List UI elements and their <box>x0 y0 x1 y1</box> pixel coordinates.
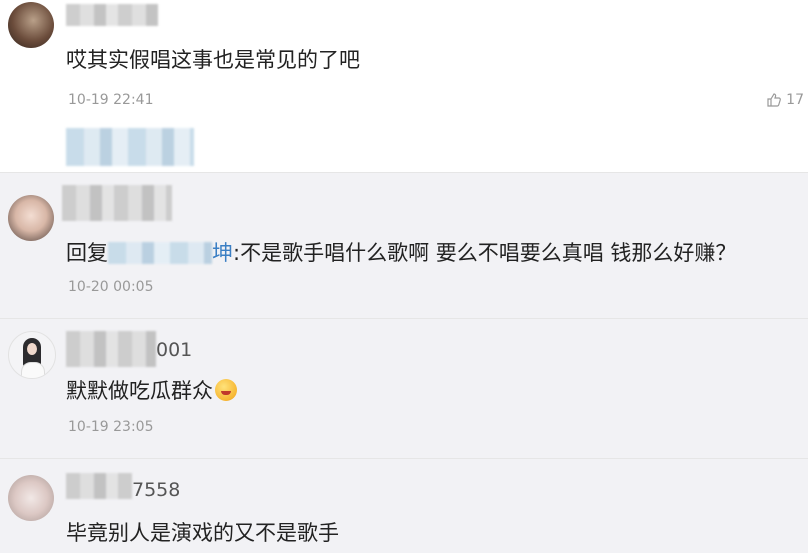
like-count: 17 <box>786 92 804 108</box>
username-suffix[interactable]: 7558 <box>132 479 180 501</box>
reply-target-redacted[interactable] <box>108 242 212 264</box>
comment-item: 7558 毕竟别人是演戏的又不是歌手 <box>0 458 808 553</box>
avatar-body <box>21 362 45 378</box>
like-button[interactable]: 17 <box>766 92 804 108</box>
comment-text: 哎其实假唱这事也是常见的了吧 <box>66 48 360 72</box>
avatar[interactable] <box>8 331 56 379</box>
reply-preview-redacted[interactable] <box>66 128 194 166</box>
comment-text: 默默做吃瓜群众 <box>66 375 237 405</box>
username-redacted[interactable] <box>62 185 172 221</box>
username-redacted[interactable] <box>66 473 132 499</box>
comment-item: 哎其实假唱这事也是常见的了吧 10-19 22:41 17 <box>0 0 808 172</box>
comment-time: 10-20 00:05 <box>68 279 154 295</box>
username-suffix[interactable]: 001 <box>156 339 192 361</box>
username-redacted[interactable] <box>66 4 158 26</box>
avatar-face <box>27 343 37 355</box>
reply-body: :不是歌手唱什么歌啊 要么不唱要么真唱 钱那么好赚？ <box>233 241 737 265</box>
avatar[interactable] <box>8 475 54 521</box>
melon-eating-emoji-icon <box>215 379 237 401</box>
thumbs-up-icon <box>767 93 782 107</box>
comment-body: 默默做吃瓜群众 <box>66 379 213 403</box>
comment-text: 回复 坤:不是歌手唱什么歌啊 要么不唱要么真唱 钱那么好赚？ <box>66 237 736 267</box>
reply-prefix: 回复 <box>66 241 108 265</box>
comment-text: 毕竟别人是演戏的又不是歌手 <box>66 521 339 545</box>
username-redacted[interactable] <box>66 331 156 367</box>
comment-time: 10-19 23:05 <box>68 419 154 435</box>
avatar[interactable] <box>8 2 54 48</box>
reply-target-link[interactable]: 坤 <box>212 241 233 265</box>
comment-item: 001 默默做吃瓜群众 10-19 23:05 <box>0 318 808 459</box>
avatar[interactable] <box>8 195 54 241</box>
comment-time: 10-19 22:41 <box>68 92 154 108</box>
comment-item: 回复 坤:不是歌手唱什么歌啊 要么不唱要么真唱 钱那么好赚？ 10-20 00:0… <box>0 172 808 319</box>
